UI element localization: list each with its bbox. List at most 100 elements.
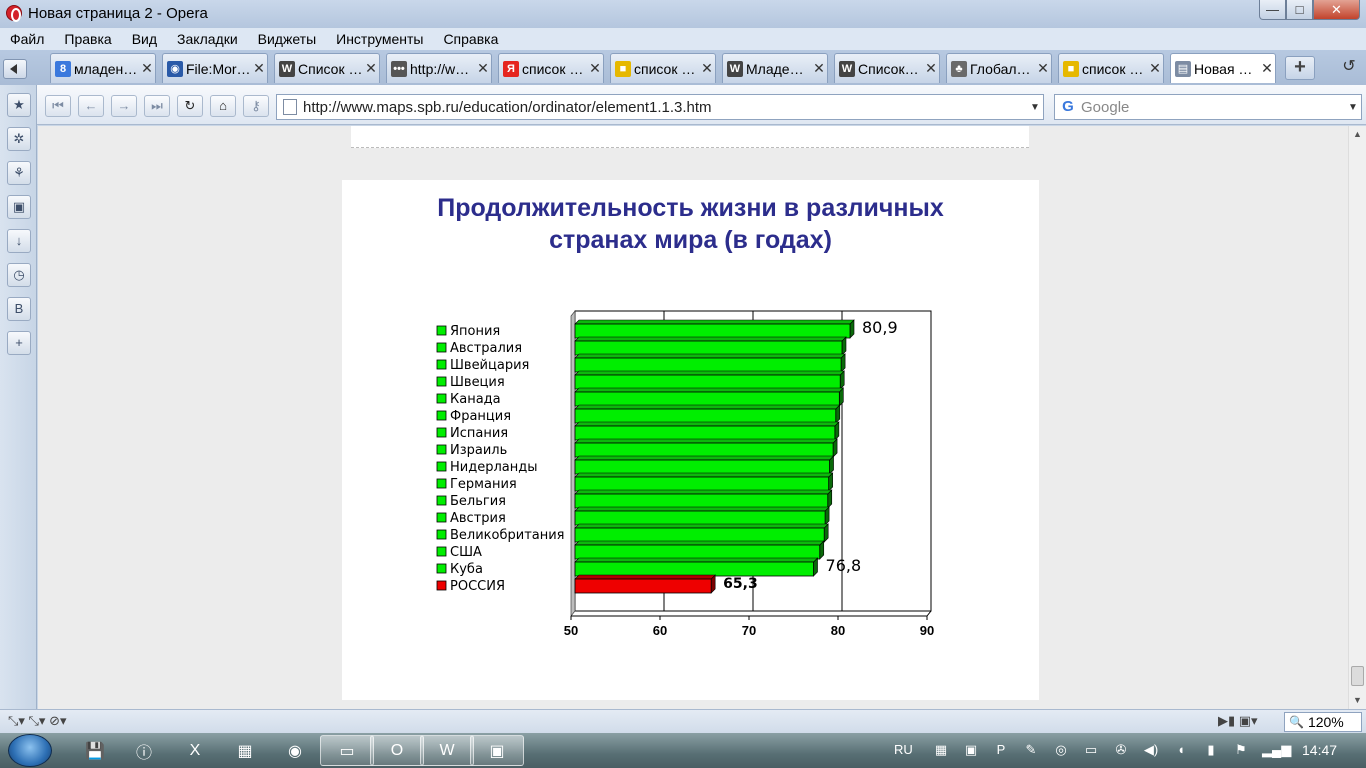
tray-icon-7[interactable]: ◀) <box>1142 741 1160 759</box>
legend-swatch-12 <box>436 529 447 540</box>
reload-button[interactable]: ↻ <box>177 95 203 117</box>
back-button[interactable]: ← <box>78 95 104 117</box>
paint-icon[interactable]: ▦ <box>218 735 272 766</box>
vk-icon[interactable]: B <box>7 297 31 321</box>
tray-icon-5[interactable]: ▭ <box>1082 741 1100 759</box>
tray-icon-8[interactable]: ◖ <box>1172 741 1190 759</box>
zoom-icon: 🔍 <box>1289 715 1304 729</box>
firefox-icon[interactable]: ◉ <box>268 735 322 766</box>
tab-4[interactable]: Ясписок … ✕ <box>498 53 604 83</box>
language-indicator[interactable]: RU <box>894 742 913 757</box>
forward-button[interactable]: → <box>111 95 137 117</box>
tab-9[interactable]: ■ список … ✕ <box>1058 53 1164 83</box>
tab-5[interactable]: ■ список … ✕ <box>610 53 716 83</box>
start-button[interactable] <box>8 734 52 767</box>
wand-button[interactable]: ⚷ <box>243 95 269 117</box>
tray-icon-3[interactable]: ✎ <box>1022 741 1040 759</box>
zoom-value[interactable]: 120% <box>1308 714 1344 730</box>
tab-10[interactable]: ▤ Новая … ✕ <box>1170 53 1276 83</box>
yellow-doc-favicon-icon: ■ <box>615 60 631 77</box>
tray-icon-11[interactable]: ▂▄▆ <box>1262 741 1291 759</box>
address-dropdown-icon[interactable]: ▼ <box>1027 102 1043 113</box>
tray-icon-0[interactable]: ▦ <box>932 741 950 759</box>
maximize-button[interactable]: □ <box>1286 0 1313 20</box>
info-icon[interactable]: ⓘ <box>117 735 171 766</box>
tab-0[interactable]: 8 младен… ✕ <box>50 53 156 83</box>
tab-close-icon[interactable]: ✕ <box>363 60 379 77</box>
closed-tabs-icon[interactable]: ↺ <box>1336 56 1362 80</box>
minimize-button[interactable]: — <box>1259 0 1286 20</box>
tab-6[interactable]: W Младе… ✕ <box>722 53 828 83</box>
tab-close-icon[interactable]: ✕ <box>475 60 491 77</box>
history-icon[interactable]: ◷ <box>7 263 31 287</box>
status-right-icons[interactable]: ▶▮ ▣▾ <box>1218 713 1258 729</box>
scroll-thumb[interactable] <box>1351 666 1364 686</box>
unite-icon[interactable]: ⚘ <box>7 161 31 185</box>
menu-help[interactable]: Справка <box>443 31 498 47</box>
panel-toggle-button[interactable] <box>3 59 27 79</box>
bar-3 <box>574 374 841 390</box>
tab-close-icon[interactable]: ✕ <box>923 60 939 77</box>
bar-top-6 <box>574 421 840 427</box>
search-bar[interactable]: G Google ▼ <box>1054 94 1362 120</box>
scroll-up-icon[interactable]: ▲ <box>1349 126 1366 143</box>
window-icon[interactable]: ▣ <box>470 735 524 766</box>
legend-swatch-4 <box>436 393 447 404</box>
save-icon[interactable]: 💾 <box>68 735 122 766</box>
fast-forward-button[interactable]: ⏭ <box>144 95 170 117</box>
tab-3[interactable]: ••• http://w… ✕ <box>386 53 492 83</box>
opera-icon[interactable]: O <box>370 735 424 766</box>
notes-icon[interactable]: ▣ <box>7 195 31 219</box>
excel-icon[interactable]: X <box>168 735 222 766</box>
tab-1[interactable]: ◉ File:Mor… ✕ <box>162 53 268 83</box>
new-tab-button[interactable]: + <box>1285 56 1315 80</box>
tray-icon-10[interactable]: ⚑ <box>1232 741 1250 759</box>
bar-top-15 <box>574 574 716 580</box>
tray-icon-9[interactable]: ▮ <box>1202 741 1220 759</box>
menu-bookmarks[interactable]: Закладки <box>177 31 238 47</box>
rewind-button[interactable]: ⏮ <box>45 95 71 117</box>
tab-close-icon[interactable]: ✕ <box>587 60 603 77</box>
tab-close-icon[interactable]: ✕ <box>251 60 267 77</box>
address-bar[interactable]: http://www.maps.spb.ru/education/ordinat… <box>276 94 1044 120</box>
tab-close-icon[interactable]: ✕ <box>1035 60 1051 77</box>
clock[interactable]: 14:47 <box>1302 742 1337 758</box>
status-left-icons[interactable]: ⤡▾ ⤡▾ ⊘▾ <box>8 713 67 729</box>
tray-icon-2[interactable]: P <box>992 741 1010 759</box>
address-url[interactable]: http://www.maps.spb.ru/education/ordinat… <box>303 99 1027 116</box>
downloads-icon[interactable]: ↓ <box>7 229 31 253</box>
menu-widgets[interactable]: Виджеты <box>258 31 317 47</box>
zoom-control[interactable]: 🔍 120% <box>1284 712 1362 732</box>
widgets-icon[interactable]: ✲ <box>7 127 31 151</box>
tray-icon-4[interactable]: ◎ <box>1052 741 1070 759</box>
tab-2[interactable]: W Список … ✕ <box>274 53 380 83</box>
word-icon[interactable]: W <box>420 735 474 766</box>
tab-close-icon[interactable]: ✕ <box>1259 60 1275 77</box>
menu-view[interactable]: Вид <box>132 31 157 47</box>
scroll-down-icon[interactable]: ▼ <box>1349 692 1366 709</box>
tab-close-icon[interactable]: ✕ <box>811 60 827 77</box>
tab-label: Младе… <box>746 60 804 77</box>
tab-close-icon[interactable]: ✕ <box>1147 60 1163 77</box>
data-label-14: 76,8 <box>826 556 862 575</box>
close-window-button[interactable]: ✕ <box>1313 0 1360 20</box>
tray-icon-6[interactable]: ✇ <box>1112 741 1130 759</box>
bookmarks-icon[interactable]: ★ <box>7 93 31 117</box>
tab-7[interactable]: W Список… ✕ <box>834 53 940 83</box>
google-icon[interactable]: G <box>1059 98 1077 116</box>
tab-close-icon[interactable]: ✕ <box>699 60 715 77</box>
explorer-icon[interactable]: ▭ <box>320 735 374 766</box>
search-input[interactable]: Google <box>1081 99 1345 116</box>
vertical-scrollbar[interactable]: ▲ ▼ <box>1348 126 1366 709</box>
tab-8[interactable]: ♣ Глобал… ✕ <box>946 53 1052 83</box>
bar-top-0 <box>574 319 855 325</box>
menu-file[interactable]: Файл <box>10 31 44 47</box>
add-panel-icon[interactable]: + <box>7 331 31 355</box>
tab-close-icon[interactable]: ✕ <box>139 60 155 77</box>
tray-icon-1[interactable]: ▣ <box>962 741 980 759</box>
search-dropdown-icon[interactable]: ▼ <box>1345 102 1361 113</box>
menu-edit[interactable]: Правка <box>64 31 111 47</box>
menu-tools[interactable]: Инструменты <box>336 31 423 47</box>
home-button[interactable]: ⌂ <box>210 95 236 117</box>
legend-label-15: РОССИЯ <box>450 579 505 594</box>
